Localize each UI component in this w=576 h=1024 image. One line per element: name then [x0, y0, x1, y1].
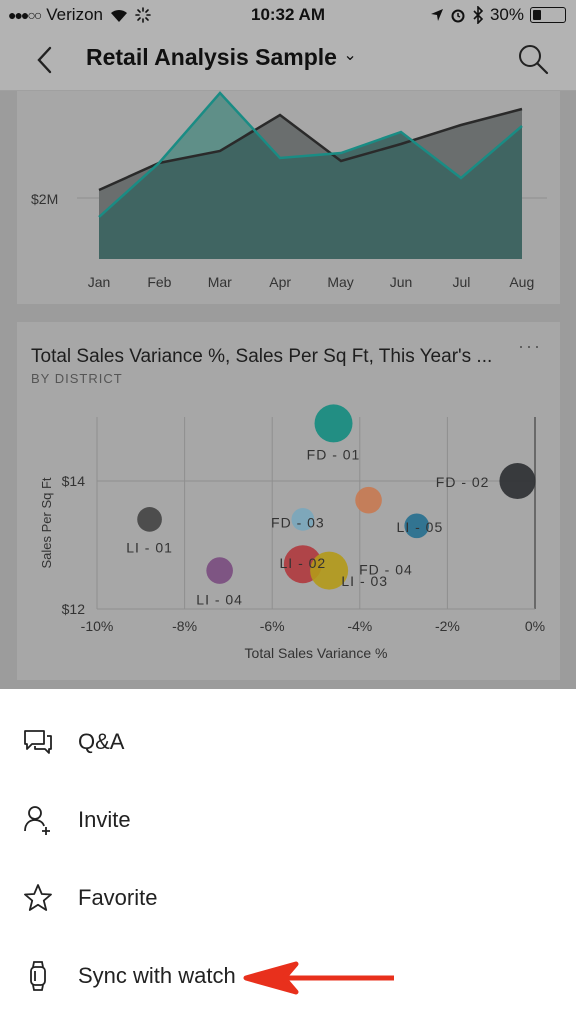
- scatter-chart-tile[interactable]: Total Sales Variance %, Sales Per Sq Ft,…: [17, 322, 560, 680]
- location-arrow-icon: [430, 9, 443, 21]
- star-icon: [24, 884, 52, 911]
- add-person-icon: [24, 806, 50, 835]
- x-tick-label: 0%: [525, 618, 545, 634]
- point-label: FD - 03: [271, 514, 325, 530]
- watch-icon: [30, 961, 46, 991]
- menu-item-favorite[interactable]: Favorite: [0, 868, 576, 928]
- battery-level: [533, 10, 542, 20]
- y-tick-label: $2M: [31, 191, 58, 207]
- x-tick-label: -8%: [172, 618, 197, 634]
- battery-icon: [530, 7, 566, 23]
- scatter-point[interactable]: [206, 557, 233, 584]
- point-label: LI - 05: [397, 519, 444, 535]
- menu-item-label: Sync with watch: [78, 963, 236, 988]
- x-tick-label: Mar: [208, 274, 232, 290]
- annotation-arrow: [243, 961, 394, 995]
- menu-item-invite[interactable]: Invite: [0, 790, 576, 850]
- title-dropdown-chevron-icon: ⌄: [343, 47, 357, 64]
- bluetooth-icon: [473, 6, 484, 24]
- area-chart-tile[interactable]: $2M Jan Feb Mar Apr May Jun Jul Aug: [17, 91, 560, 304]
- x-tick-label: Jul: [452, 274, 470, 290]
- page-title-text: Retail Analysis Sample: [86, 44, 337, 70]
- area-chart: $2M Jan Feb Mar Apr May Jun Jul Aug: [31, 91, 547, 290]
- x-tick-label: Feb: [147, 274, 171, 290]
- menu-item-label: Favorite: [78, 885, 158, 910]
- point-label: FD - 02: [436, 474, 490, 490]
- status-bar: ●●●○○ Verizon 10:32 AM 30%: [0, 0, 576, 30]
- back-chevron-icon[interactable]: [30, 42, 60, 78]
- status-right: 30%: [430, 5, 566, 25]
- scatter-point[interactable]: [499, 462, 536, 500]
- search-icon[interactable]: [516, 42, 550, 76]
- point-label: FD - 04: [359, 562, 413, 578]
- scatter-point[interactable]: [137, 507, 162, 532]
- point-label: LI - 01: [126, 539, 173, 555]
- y-tick-label: $12: [62, 601, 86, 617]
- y-tick-label: $14: [62, 473, 86, 489]
- scatter-chart: -10% -8% -6% -4% -2% 0% $12 $14 Total Sales Vari…: [39, 404, 545, 661]
- menu-item-label: Q&A: [78, 729, 125, 754]
- battery-percent: 30%: [489, 5, 524, 24]
- x-tick-label: -10%: [81, 618, 114, 634]
- x-axis-title: Total Sales Variance %: [245, 645, 388, 661]
- x-tick-label: Apr: [269, 274, 291, 290]
- x-tick-label: -6%: [260, 618, 285, 634]
- chat-bubbles-icon: [24, 730, 52, 754]
- point-label: FD - 01: [307, 446, 361, 462]
- x-tick-label: Aug: [509, 274, 534, 290]
- nav-bar: Retail Analysis Sample ⌄: [0, 30, 576, 91]
- x-tick-label: Jan: [88, 274, 111, 290]
- y-axis-title: Sales Per Sq Ft: [39, 477, 54, 568]
- x-tick-label: -4%: [347, 618, 372, 634]
- x-tick-label: Jun: [390, 274, 413, 290]
- alarm-clock-icon: [451, 9, 465, 23]
- x-tick-label: -2%: [435, 618, 460, 634]
- menu-item-qa[interactable]: Q&A: [0, 712, 576, 772]
- menu-item-label: Invite: [78, 807, 131, 832]
- point-label: LI - 04: [196, 592, 243, 608]
- scatter-point[interactable]: [314, 404, 353, 443]
- page-title[interactable]: Retail Analysis Sample ⌄: [86, 44, 357, 71]
- point-label: LI - 02: [280, 555, 327, 571]
- scatter-point[interactable]: [355, 486, 382, 514]
- x-tick-label: May: [327, 274, 353, 290]
